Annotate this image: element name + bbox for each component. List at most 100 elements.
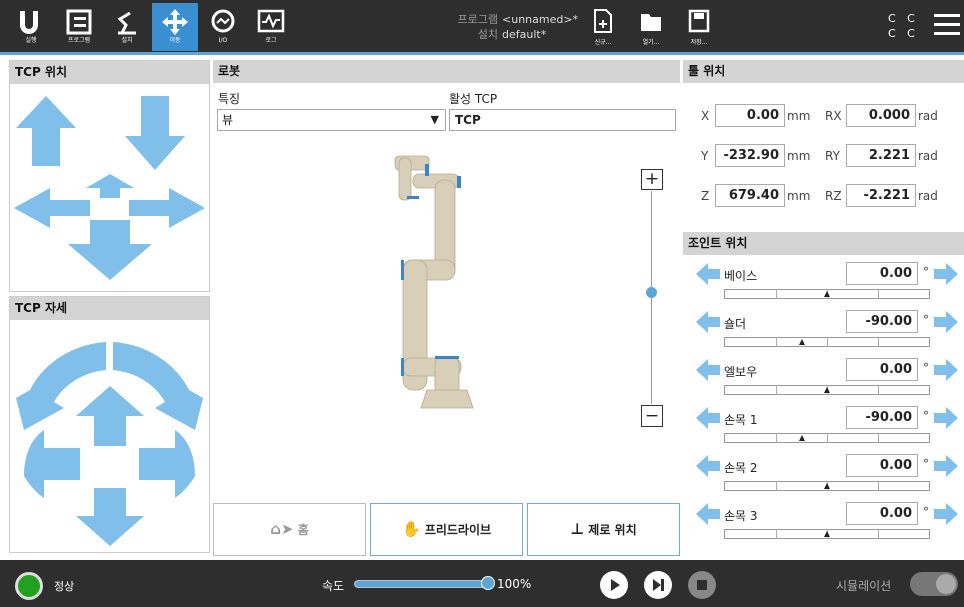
new-file-button[interactable]: 신규...	[586, 8, 620, 50]
speed-label: 속도	[322, 579, 345, 593]
joint-decrease-arrow-icon[interactable]	[695, 357, 721, 383]
nav-log[interactable]: 로그	[248, 3, 294, 51]
degree-unit: °	[923, 409, 929, 423]
step-icon	[653, 579, 664, 591]
joint-increase-arrow-icon[interactable]	[933, 405, 959, 431]
move-left-arrow-icon[interactable]	[14, 188, 90, 228]
hamburger-menu-icon[interactable]	[934, 14, 960, 38]
zoom-in-button[interactable]: +	[641, 169, 663, 190]
joint-increase-arrow-icon[interactable]	[933, 501, 959, 527]
home-button[interactable]: ⌂➤ 홈	[213, 503, 366, 556]
nav-installation[interactable]: 설치	[104, 3, 150, 51]
move-up-arrow-icon[interactable]	[16, 96, 76, 166]
nav-io[interactable]: I/O	[200, 3, 246, 51]
nav-label: 프로그램	[67, 37, 91, 44]
degree-unit: °	[923, 505, 929, 519]
top-bar-accent-line	[0, 52, 964, 55]
simulation-toggle[interactable]	[910, 572, 958, 596]
joint-position-panel: 조인트 위치 베이스 0.00 ° 숄더 -90.00 ° 엘보우 0.00 ° 손목 1 -90.…	[683, 232, 964, 553]
degree-unit: °	[923, 457, 929, 471]
robot-panel: 로봇 특징 활성 TCP 뷰 ▼ TCP + −	[213, 60, 680, 500]
tcp-orientation-panel: TCP 자세	[9, 296, 210, 553]
rx-unit: rad	[918, 109, 938, 123]
joint-range-bar	[724, 433, 930, 443]
step-button[interactable]	[644, 571, 672, 599]
open-file-label: 열기...	[642, 39, 660, 46]
freedrive-label: 프리드라이브	[424, 523, 492, 537]
y-axis-label: Y	[701, 149, 709, 163]
program-key: 프로그램	[457, 13, 498, 26]
installation-key: 설치	[477, 28, 498, 41]
robot-status-indicator-icon[interactable]	[15, 572, 43, 600]
joint-row: 엘보우 0.00 °	[683, 355, 964, 401]
zoom-handle[interactable]	[646, 287, 657, 298]
robot-status-text: 정상	[54, 580, 75, 593]
rz-value-field[interactable]: -2.221	[846, 184, 916, 207]
freedrive-button[interactable]: ✋ 프리드라이브	[370, 503, 523, 556]
move-forward-arrow-icon[interactable]	[86, 174, 134, 198]
simulation-label: 시뮬레이션	[836, 579, 892, 593]
z-value-field[interactable]: 679.40	[715, 184, 785, 207]
y-value-field[interactable]: -232.90	[715, 144, 785, 167]
rotate-cw-arrow-icon[interactable]	[113, 342, 203, 430]
joint-value-field[interactable]: -90.00	[846, 310, 918, 333]
ry-value-field[interactable]: 2.221	[846, 144, 916, 167]
play-button[interactable]	[600, 571, 628, 599]
tilt-down-arrow-icon[interactable]	[76, 488, 144, 546]
joint-increase-arrow-icon[interactable]	[933, 261, 959, 287]
nav-program[interactable]: 프로그램	[56, 3, 102, 51]
joint-value-field[interactable]: 0.00	[846, 502, 918, 525]
rotate-ccw-arrow-icon[interactable]	[16, 342, 106, 430]
joint-increase-arrow-icon[interactable]	[933, 453, 959, 479]
home-label: 홈	[297, 523, 309, 537]
joint-value-field[interactable]: 0.00	[846, 262, 918, 285]
open-file-button[interactable]: 열기...	[634, 8, 668, 50]
tcp-orientation-arrows	[16, 342, 203, 546]
cc-line-1: C C	[888, 12, 919, 25]
nav-run[interactable]: 실행	[8, 3, 54, 51]
move-right-arrow-icon[interactable]	[129, 188, 205, 228]
joint-name: 손목 3	[724, 509, 758, 523]
folder-icon	[641, 14, 661, 31]
joint-value-field[interactable]: -90.00	[846, 406, 918, 429]
ry-unit: rad	[918, 149, 938, 163]
stop-button[interactable]	[688, 571, 716, 599]
new-file-icon	[594, 9, 612, 33]
joint-decrease-arrow-icon[interactable]	[695, 501, 721, 527]
joint-increase-arrow-icon[interactable]	[933, 357, 959, 383]
joint-increase-arrow-icon[interactable]	[933, 309, 959, 335]
joint-decrease-arrow-icon[interactable]	[695, 405, 721, 431]
active-tcp-field[interactable]: TCP	[449, 109, 676, 131]
tilt-up-arrow-icon[interactable]	[76, 386, 144, 446]
degree-unit: °	[923, 361, 929, 375]
joint-decrease-arrow-icon[interactable]	[695, 453, 721, 479]
tool-position-panel: 툴 위치 X 0.00 mm RX 0.000 rad Y -232.90 mm…	[683, 60, 964, 228]
speed-value: 100%	[497, 577, 532, 591]
tilt-left-arrow-icon[interactable]	[24, 430, 80, 498]
joint-position-marker	[824, 387, 830, 393]
joint-decrease-arrow-icon[interactable]	[695, 261, 721, 287]
joint-decrease-arrow-icon[interactable]	[695, 309, 721, 335]
zoom-out-button[interactable]: −	[641, 405, 663, 427]
feature-select[interactable]: 뷰 ▼	[217, 109, 446, 131]
move-down-arrow-icon[interactable]	[125, 96, 185, 170]
joint-value-field[interactable]: 0.00	[846, 358, 918, 381]
joint-value-field[interactable]: 0.00	[846, 454, 918, 477]
feature-label: 특징	[218, 92, 241, 106]
robot-arm-3d-view[interactable]	[383, 150, 483, 412]
tilt-right-arrow-icon[interactable]	[139, 430, 195, 498]
tcp-position-arrows	[14, 96, 205, 280]
rx-value-field[interactable]: 0.000	[846, 104, 916, 127]
move-backward-arrow-icon[interactable]	[68, 220, 152, 280]
speed-slider[interactable]	[354, 580, 488, 588]
ry-axis-label: RY	[825, 149, 840, 163]
zero-position-icon: ⊥	[570, 520, 585, 538]
new-file-label: 신규...	[594, 39, 612, 46]
x-value-field[interactable]: 0.00	[715, 104, 785, 127]
save-file-button[interactable]: 저장...	[682, 8, 716, 50]
nav-move[interactable]: 이동	[152, 3, 198, 51]
cc-line-2: C C	[888, 27, 919, 40]
stop-icon	[697, 580, 707, 590]
speed-slider-handle[interactable]	[481, 576, 495, 590]
zero-position-button[interactable]: ⊥ 제로 위치	[527, 503, 680, 556]
